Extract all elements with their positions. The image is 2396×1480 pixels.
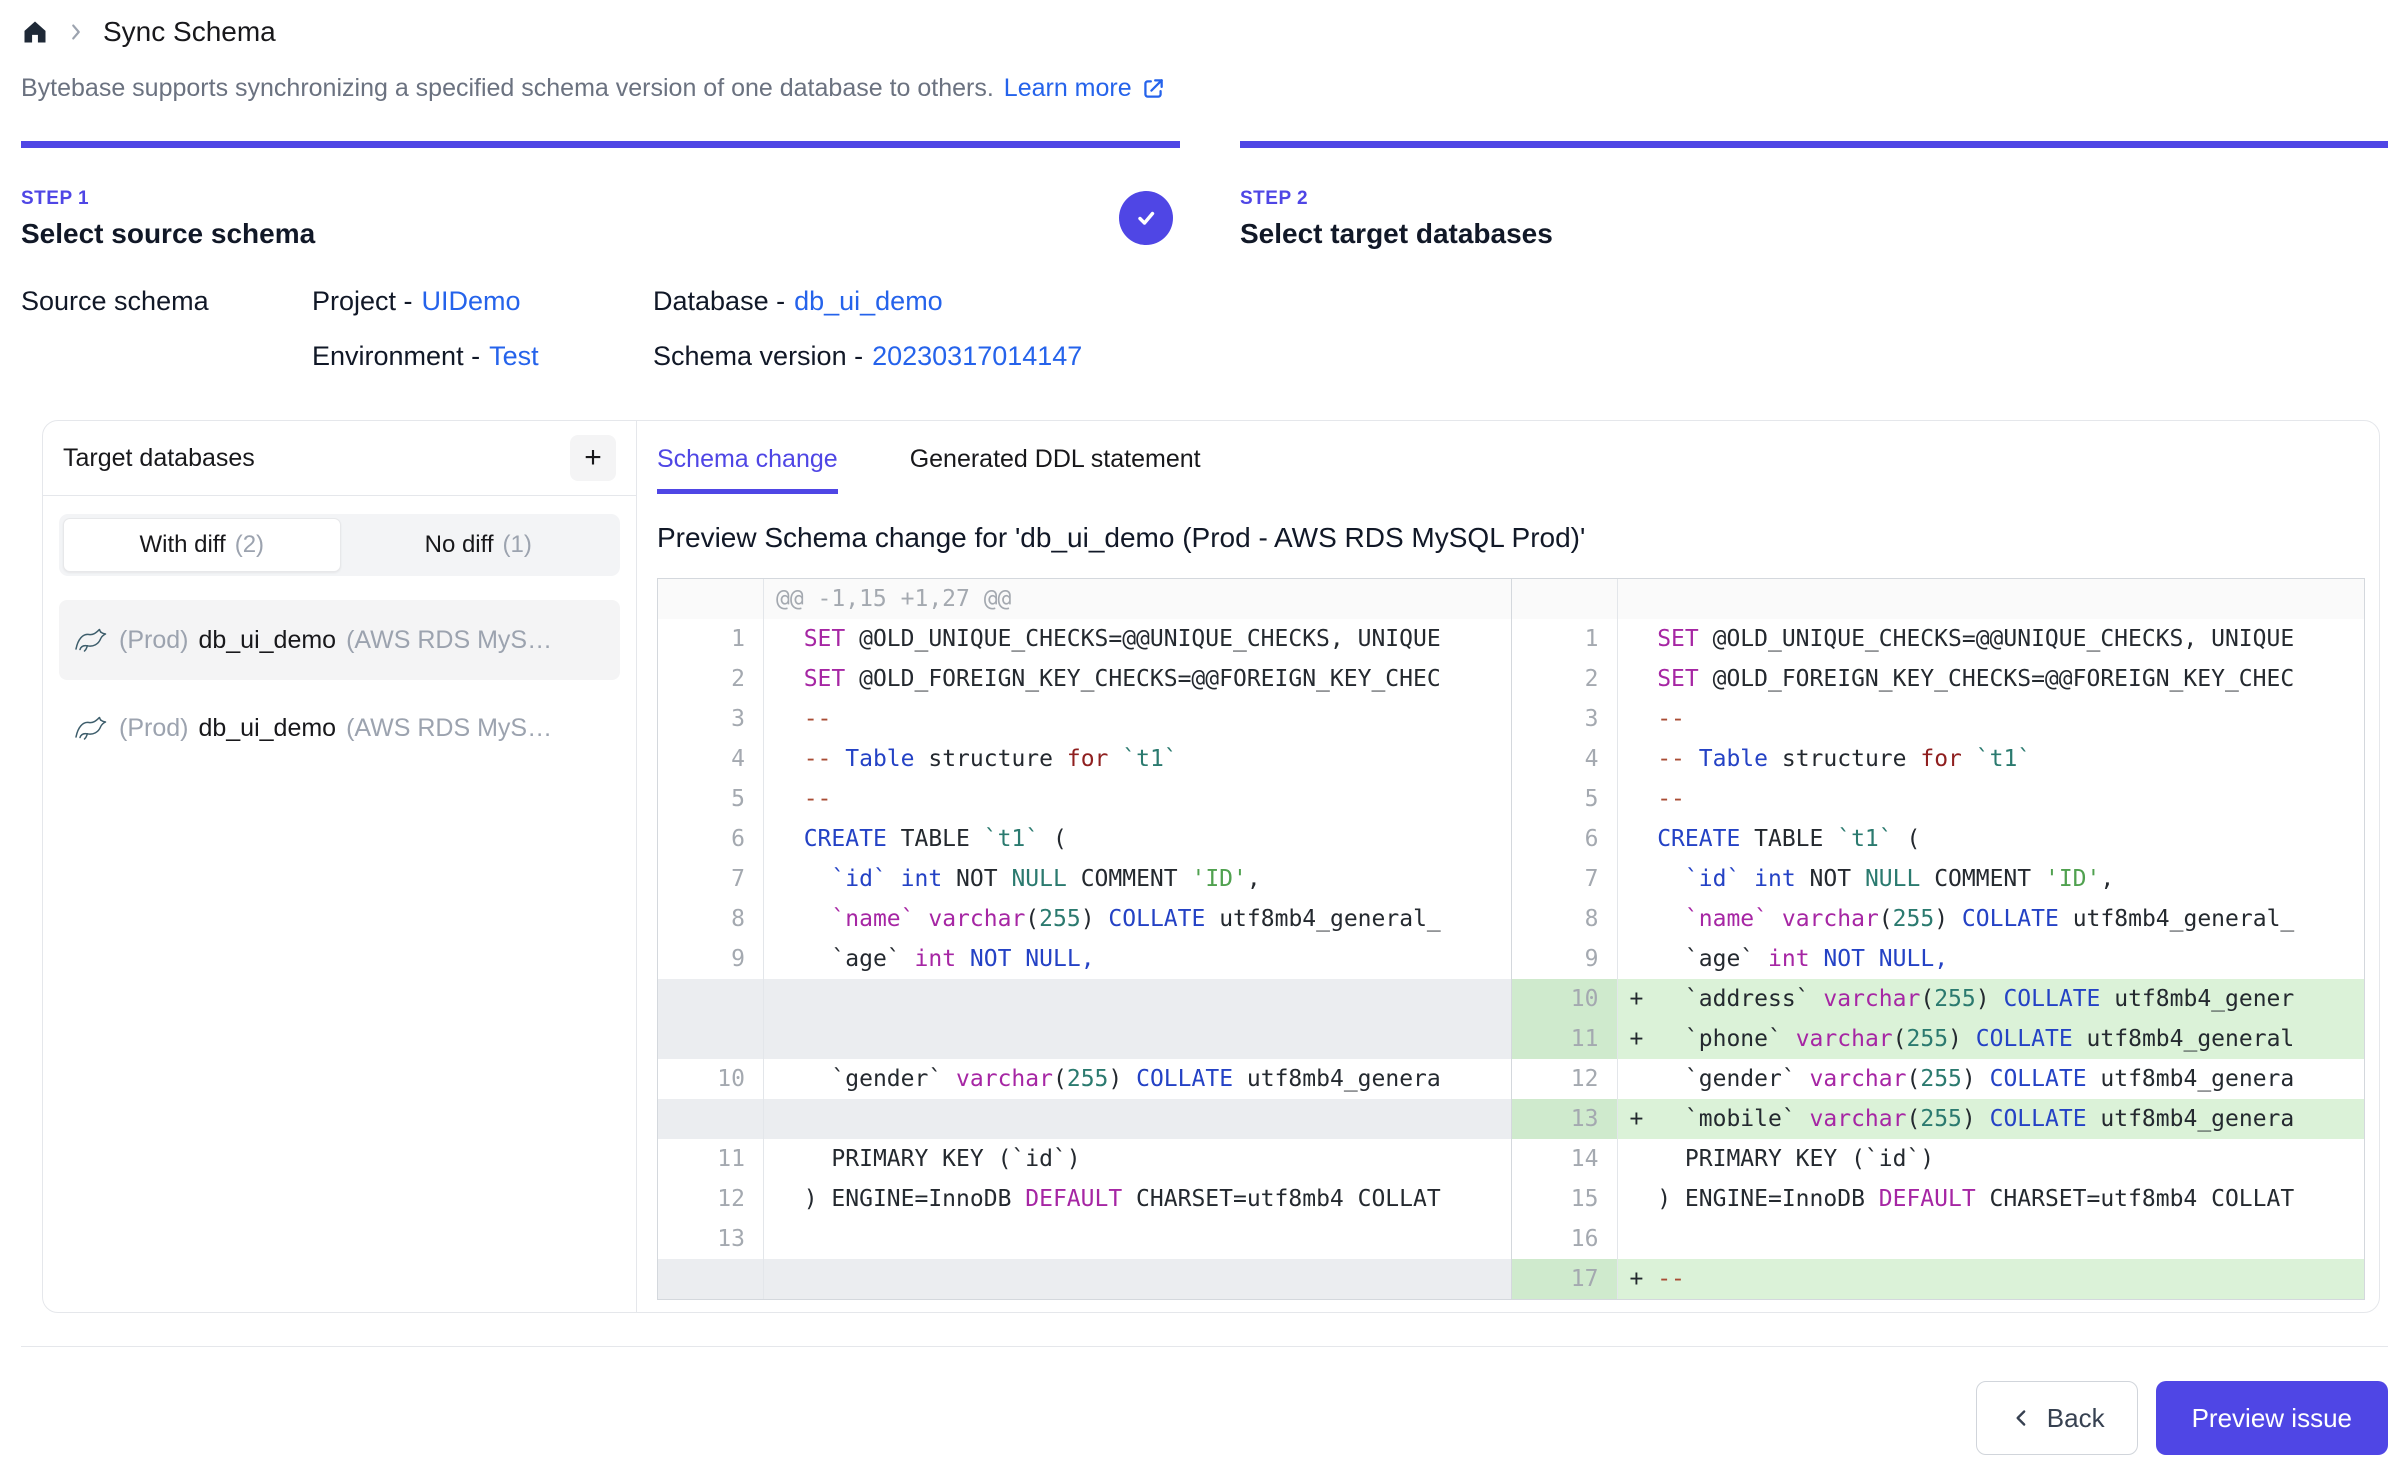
diff-row: 11+ `phone` varchar(255) COLLATE utf8mb4… xyxy=(1512,1019,2365,1059)
source-schema-summary: Source schema Project - UIDemo Database … xyxy=(21,286,2388,372)
field-environment: Environment - Test xyxy=(312,341,653,372)
target-databases-title: Target databases xyxy=(63,444,255,473)
sync-schema-page: Sync Schema Bytebase supports synchroniz… xyxy=(0,0,2396,1480)
diff-row: 4 -- Table structure for `t1` xyxy=(1512,739,2365,779)
diff-row: 3 -- xyxy=(1512,699,2365,739)
intro-description: Bytebase supports synchronizing a specif… xyxy=(21,74,994,103)
diff-row: 6 CREATE TABLE `t1` ( xyxy=(658,819,1511,859)
breadcrumb: Sync Schema xyxy=(21,0,2388,48)
mysql-icon xyxy=(73,626,109,654)
step-2-label: STEP 2 xyxy=(1240,188,2388,210)
add-target-database-button[interactable]: + xyxy=(570,435,616,481)
check-icon xyxy=(1131,203,1161,233)
step-2-progress-bar xyxy=(1240,141,2388,148)
page-title: Sync Schema xyxy=(103,16,276,48)
diff-row: 14 PRIMARY KEY (`id`) xyxy=(1512,1139,2365,1179)
tab-schema-change[interactable]: Schema change xyxy=(657,445,838,494)
diff-row: @@ -1,15 +1,27 @@ xyxy=(658,579,1511,619)
step-1-progress-bar xyxy=(21,141,1180,148)
target-databases-panel: Target databases + With diff (2) No diff… xyxy=(43,421,637,1312)
diff-row: 9 `age` int NOT NULL, xyxy=(658,939,1511,979)
stepper: STEP 1 Select source schema STEP 2 Selec… xyxy=(21,141,2388,250)
diff-row: 1 SET @OLD_UNIQUE_CHECKS=@@UNIQUE_CHECKS… xyxy=(1512,619,2365,659)
environment-link[interactable]: Test xyxy=(489,341,539,372)
footer-divider xyxy=(21,1346,2388,1347)
preview-title: Preview Schema change for 'db_ui_demo (P… xyxy=(657,522,2365,554)
diff-row xyxy=(658,1259,1511,1299)
step-1-title: Select source schema xyxy=(21,218,1180,250)
chevron-left-icon xyxy=(2009,1405,2035,1431)
diff-row: 8 `name` varchar(255) COLLATE utf8mb4_ge… xyxy=(1512,899,2365,939)
schema-version-link[interactable]: 20230317014147 xyxy=(872,341,1082,372)
diff-row xyxy=(1512,579,2365,619)
with-diff-count: (2) xyxy=(235,531,264,559)
diff-row: 2 SET @OLD_FOREIGN_KEY_CHECKS=@@FOREIGN_… xyxy=(658,659,1511,699)
diff-row xyxy=(658,1019,1511,1059)
diff-pane-target: 1 SET @OLD_UNIQUE_CHECKS=@@UNIQUE_CHECKS… xyxy=(1512,579,2365,1299)
tab-no-diff[interactable]: No diff (1) xyxy=(341,518,617,572)
diff-row: 1 SET @OLD_UNIQUE_CHECKS=@@UNIQUE_CHECKS… xyxy=(658,619,1511,659)
diff-pane-source: @@ -1,15 +1,27 @@1 SET @OLD_UNIQUE_CHECK… xyxy=(658,579,1512,1299)
field-database: Database - db_ui_demo xyxy=(653,286,1082,317)
database-link[interactable]: db_ui_demo xyxy=(794,286,943,317)
schema-change-area: Schema change Generated DDL statement Pr… xyxy=(637,421,2379,1312)
source-schema-label: Source schema xyxy=(21,286,312,372)
diff-row: 10+ `address` varchar(255) COLLATE utf8m… xyxy=(1512,979,2365,1019)
diff-row: 6 CREATE TABLE `t1` ( xyxy=(1512,819,2365,859)
mysql-icon xyxy=(73,714,109,742)
sync-main-panel: Target databases + With diff (2) No diff… xyxy=(42,420,2380,1313)
diff-row: 8 `name` varchar(255) COLLATE utf8mb4_ge… xyxy=(658,899,1511,939)
no-diff-count: (1) xyxy=(503,531,532,559)
diff-row: 17+ -- xyxy=(1512,1259,2365,1299)
tab-generated-ddl[interactable]: Generated DDL statement xyxy=(910,445,1201,494)
diff-row: 9 `age` int NOT NULL, xyxy=(1512,939,2365,979)
chevron-right-icon xyxy=(65,21,87,43)
field-schema-version: Schema version - 20230317014147 xyxy=(653,341,1082,372)
diff-row: 16 xyxy=(1512,1219,2365,1259)
external-link-icon xyxy=(1140,76,1166,102)
schema-tabs: Schema change Generated DDL statement xyxy=(657,445,2365,494)
diff-row xyxy=(658,1099,1511,1139)
home-icon[interactable] xyxy=(21,18,49,46)
diff-row: 2 SET @OLD_FOREIGN_KEY_CHECKS=@@FOREIGN_… xyxy=(1512,659,2365,699)
schema-diff-view: @@ -1,15 +1,27 @@1 SET @OLD_UNIQUE_CHECK… xyxy=(657,578,2365,1300)
field-project: Project - UIDemo xyxy=(312,286,653,317)
diff-row: 12 `gender` varchar(255) COLLATE utf8mb4… xyxy=(1512,1059,2365,1099)
step-1-label: STEP 1 xyxy=(21,188,1180,210)
intro-text: Bytebase supports synchronizing a specif… xyxy=(21,74,2388,103)
target-database-list: (Prod) db_ui_demo (AWS RDS MyS… (Prod) d… xyxy=(43,600,636,768)
diff-row: 5 -- xyxy=(658,779,1511,819)
learn-more-link[interactable]: Learn more xyxy=(1004,74,1166,103)
diff-row xyxy=(658,979,1511,1019)
tab-with-diff[interactable]: With diff (2) xyxy=(63,518,341,572)
diff-row: 4 -- Table structure for `t1` xyxy=(658,739,1511,779)
step-2: STEP 2 Select target databases xyxy=(1240,141,2388,250)
diff-row: 11 PRIMARY KEY (`id`) xyxy=(658,1139,1511,1179)
diff-row: 13 xyxy=(658,1219,1511,1259)
diff-row: 7 `id` int NOT NULL COMMENT 'ID', xyxy=(658,859,1511,899)
diff-filter-tabs: With diff (2) No diff (1) xyxy=(59,514,620,576)
diff-row: 12 ) ENGINE=InnoDB DEFAULT CHARSET=utf8m… xyxy=(658,1179,1511,1219)
step-1: STEP 1 Select source schema xyxy=(21,141,1180,250)
diff-row: 15 ) ENGINE=InnoDB DEFAULT CHARSET=utf8m… xyxy=(1512,1179,2365,1219)
diff-row: 10 `gender` varchar(255) COLLATE utf8mb4… xyxy=(658,1059,1511,1099)
target-database-item-2[interactable]: (Prod) db_ui_demo (AWS RDS MyS… xyxy=(59,688,620,768)
step-2-title: Select target databases xyxy=(1240,218,2388,250)
diff-row: 3 -- xyxy=(658,699,1511,739)
footer-actions: Back Preview issue xyxy=(0,1381,2396,1455)
back-button[interactable]: Back xyxy=(1976,1381,2138,1455)
target-database-item-1[interactable]: (Prod) db_ui_demo (AWS RDS MyS… xyxy=(59,600,620,680)
diff-row: 7 `id` int NOT NULL COMMENT 'ID', xyxy=(1512,859,2365,899)
step-1-completed-badge xyxy=(1119,191,1173,245)
diff-row: 5 -- xyxy=(1512,779,2365,819)
diff-row: 13+ `mobile` varchar(255) COLLATE utf8mb… xyxy=(1512,1099,2365,1139)
preview-issue-button[interactable]: Preview issue xyxy=(2156,1381,2388,1455)
project-link[interactable]: UIDemo xyxy=(422,286,521,317)
